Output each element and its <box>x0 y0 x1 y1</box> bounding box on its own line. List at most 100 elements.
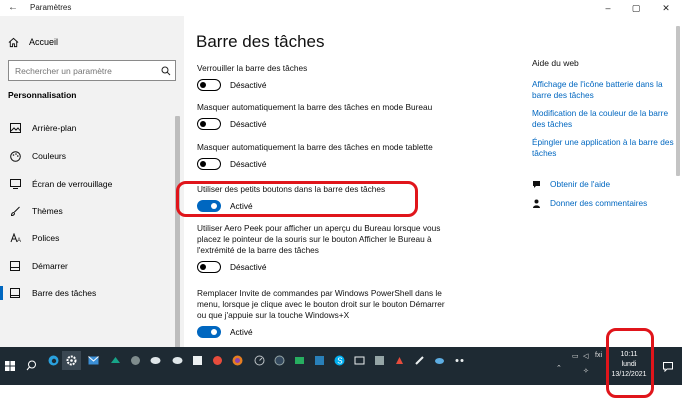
search-input[interactable] <box>9 65 157 76</box>
svg-text:A: A <box>17 238 21 243</box>
search-icon[interactable] <box>157 61 175 80</box>
toggle-state: Activé <box>230 327 253 337</box>
taskbar-icon <box>8 286 22 300</box>
help-title: Aide du web <box>532 58 579 68</box>
app-icon-cloud[interactable] <box>430 351 449 370</box>
home-nav-item[interactable]: Accueil <box>8 35 58 49</box>
sidebar-item-background[interactable]: Arrière-plan <box>0 118 174 138</box>
settings-gear-icon[interactable] <box>62 351 81 370</box>
setting-label: Verrouiller la barre des tâches <box>197 63 308 73</box>
help-link-battery[interactable]: Affichage de l'icône batterie dans la ba… <box>532 79 677 101</box>
sidebar-item-taskbar[interactable]: Barre des tâches <box>0 283 174 303</box>
settings-search[interactable] <box>8 60 176 81</box>
toggle-state: Désactivé <box>230 119 267 129</box>
setting-autohide-tablet: Masquer automatiquement la barre des tâc… <box>197 142 497 170</box>
setting-label: Masquer automatiquement la barre des tâc… <box>197 142 433 152</box>
monitor-lock-icon <box>8 177 22 191</box>
firefox-icon[interactable] <box>228 351 247 370</box>
app-icon-teal[interactable] <box>106 351 125 370</box>
search-icon[interactable] <box>22 356 41 375</box>
app-icon-light[interactable] <box>146 351 165 370</box>
help-link-color[interactable]: Modification de la couleur de la barre d… <box>532 108 677 130</box>
sidebar-item-label: Polices <box>32 233 60 243</box>
bottom-strip <box>0 385 682 399</box>
main-scrollbar[interactable] <box>676 26 680 176</box>
sidebar-item-label: Arrière-plan <box>32 123 77 133</box>
svg-text:S: S <box>337 357 342 366</box>
help-panel: Aide du web Affichage de l'icône batteri… <box>532 58 677 208</box>
app-icon-speedometer[interactable] <box>250 351 269 370</box>
home-label: Accueil <box>29 37 59 47</box>
sidebar-item-start[interactable]: Démarrer <box>0 256 174 276</box>
app-icon-blue[interactable] <box>310 351 329 370</box>
sidebar-item-label: Couleurs <box>32 151 67 161</box>
app-icon-grey[interactable] <box>126 351 145 370</box>
home-icon <box>8 37 19 47</box>
close-button[interactable]: ✕ <box>654 0 678 16</box>
setting-lock-taskbar: Verrouiller la barre des tâches Désactiv… <box>197 63 497 91</box>
window-title: Paramètres <box>30 3 72 12</box>
acrobat-icon[interactable] <box>390 351 409 370</box>
title-bar: ← Paramètres – ▢ ✕ <box>0 0 682 16</box>
toggle-state: Désactivé <box>230 159 267 169</box>
sidebar: Accueil Personnalisation Arrière-plan Co… <box>0 16 184 348</box>
sidebar-item-label: Écran de verrouillage <box>32 179 113 189</box>
setting-label: Masquer automatiquement la barre des tâc… <box>197 102 433 112</box>
setting-label: Remplacer Invite de commandes par Window… <box>197 288 445 320</box>
tray-chevron-icon[interactable]: ⌃ <box>556 364 562 372</box>
page-title: Barre des tâches <box>196 32 325 51</box>
app-icon-light-2[interactable] <box>168 351 187 370</box>
app-icon-green[interactable] <box>290 351 309 370</box>
toggle-state: Désactivé <box>230 262 267 272</box>
back-arrow-icon[interactable]: ← <box>8 2 18 13</box>
toggle-switch[interactable] <box>197 326 221 338</box>
taskbar: S ⌃ ▭ ◁ fxi ✧ 10:11 lundi 13/12/2021 <box>0 347 682 385</box>
toggle-switch[interactable] <box>197 118 221 130</box>
get-help-link[interactable]: Obtenir de l'aide <box>532 179 677 189</box>
app-icon-red[interactable] <box>208 351 227 370</box>
image-icon <box>8 121 22 135</box>
app-icon-dots[interactable] <box>450 351 469 370</box>
sidebar-item-lockscreen[interactable]: Écran de verrouillage <box>0 174 174 194</box>
annotation-clock-highlight <box>606 328 654 398</box>
volume-icon[interactable]: ◁ <box>583 352 588 360</box>
app-icon-window[interactable] <box>350 351 369 370</box>
mail-icon[interactable] <box>84 351 103 370</box>
notification-icon[interactable] <box>658 357 677 376</box>
toggle-switch[interactable] <box>197 158 221 170</box>
sidebar-item-themes[interactable]: Thèmes <box>0 201 174 221</box>
annotation-highlight <box>176 181 418 217</box>
toggle-switch[interactable] <box>197 79 221 91</box>
get-help-label: Obtenir de l'aide <box>550 179 611 189</box>
section-title: Personnalisation <box>8 90 77 100</box>
windows-start-icon[interactable] <box>2 347 18 385</box>
setting-aero-peek: Utiliser Aero Peek pour afficher un aper… <box>197 223 451 273</box>
app-icon-dark[interactable] <box>270 351 289 370</box>
skype-icon[interactable]: S <box>330 351 349 370</box>
font-icon: A <box>8 231 22 245</box>
setting-label: Utiliser Aero Peek pour afficher un aper… <box>197 223 441 255</box>
app-icon-pencil[interactable] <box>410 351 429 370</box>
sidebar-item-fonts[interactable]: A Polices <box>0 228 174 248</box>
setting-autohide-desktop: Masquer automatiquement la barre des tâc… <box>197 102 497 130</box>
network-icon[interactable]: ▭ <box>572 352 579 360</box>
edge-icon[interactable] <box>44 351 63 370</box>
sidebar-item-label: Démarrer <box>32 261 68 271</box>
toggle-state: Désactivé <box>230 80 267 90</box>
app-icon-grey-2[interactable] <box>370 351 389 370</box>
app-icon-white[interactable] <box>188 351 207 370</box>
tray-label[interactable]: fxi <box>595 352 602 359</box>
settings-window: ← Paramètres – ▢ ✕ Accueil Personnalisat… <box>0 0 682 348</box>
sidebar-scrollbar[interactable] <box>175 116 180 348</box>
person-icon <box>532 199 541 208</box>
sidebar-item-label: Barre des tâches <box>32 288 97 298</box>
maximize-button[interactable]: ▢ <box>624 0 648 16</box>
minimize-button[interactable]: – <box>596 0 620 16</box>
toggle-switch[interactable] <box>197 261 221 273</box>
palette-icon <box>8 149 22 163</box>
feedback-link[interactable]: Donner des commentaires <box>532 198 677 208</box>
sidebar-item-colors[interactable]: Couleurs <box>0 146 174 166</box>
chat-icon <box>532 180 541 189</box>
help-link-pin[interactable]: Épingler une application à la barre des … <box>532 137 677 159</box>
dropbox-icon[interactable]: ✧ <box>583 367 589 375</box>
